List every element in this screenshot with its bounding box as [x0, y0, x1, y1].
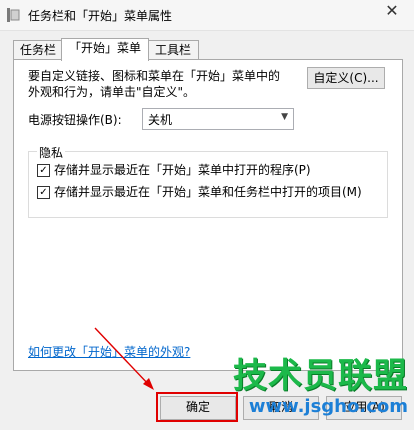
tab-start-menu[interactable]: 「开始」菜单	[61, 38, 149, 61]
watermark-url: www.jsgho.com	[248, 396, 408, 417]
watermark: 技术员联盟 www.jsgho.com	[233, 356, 408, 418]
watermark-title: 技术员联盟	[233, 356, 408, 396]
